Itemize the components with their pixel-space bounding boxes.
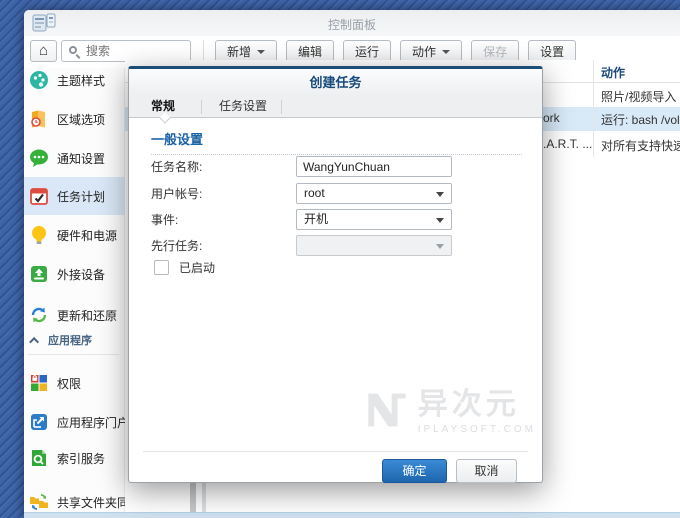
sidebar-divider bbox=[28, 354, 119, 355]
watermark-domain: IPLAYSOFT.COM bbox=[418, 424, 536, 435]
watermark-brand: 异次元 bbox=[418, 389, 536, 421]
enabled-checkbox[interactable] bbox=[154, 260, 169, 275]
home-button[interactable]: ⌂ bbox=[30, 40, 57, 62]
search-icon bbox=[69, 46, 77, 54]
palette-icon bbox=[29, 70, 49, 90]
task-name-input[interactable] bbox=[296, 156, 452, 177]
home-icon: ⌂ bbox=[39, 42, 48, 59]
event-label: 事件: bbox=[151, 210, 178, 230]
enabled-label: 已启动 bbox=[179, 260, 215, 276]
scrollbar-thumb[interactable] bbox=[190, 483, 196, 513]
chevron-down-icon bbox=[436, 218, 444, 227]
sidebar-item-region[interactable]: 区域选项 bbox=[24, 100, 128, 138]
sidebar-item-label: 硬件和电源 bbox=[57, 227, 117, 244]
chevron-up-icon bbox=[29, 336, 39, 346]
cell-action: 运行: bash /volu bbox=[601, 111, 680, 128]
sidebar-item-task-scheduler[interactable]: 任务计划 bbox=[24, 177, 128, 215]
sidebar-section-applications[interactable]: 应用程序 bbox=[24, 332, 128, 348]
chevron-down-icon bbox=[257, 50, 265, 58]
chevron-down-icon bbox=[436, 244, 444, 253]
permissions-icon bbox=[29, 373, 49, 393]
search-box[interactable] bbox=[61, 40, 191, 62]
sidebar-item-label: 任务计划 bbox=[57, 188, 105, 205]
sidebar-item-label: 权限 bbox=[57, 375, 81, 392]
sidebar-item-permissions[interactable]: 权限 bbox=[24, 364, 128, 402]
task-name-label: 任务名称: bbox=[151, 157, 202, 177]
hardware-power-icon bbox=[29, 225, 49, 245]
user-account-value: root bbox=[304, 186, 325, 200]
column-header-action[interactable]: 动作 bbox=[601, 64, 625, 81]
ok-button[interactable]: 确定 bbox=[382, 459, 447, 483]
sidebar-section-label: 应用程序 bbox=[48, 332, 92, 348]
tab-task-settings[interactable]: 任务设置 bbox=[205, 96, 281, 118]
task-scheduler-icon bbox=[29, 186, 49, 206]
cell-name: .A.R.T. ... bbox=[543, 137, 592, 151]
dialog-tab-bar: 常规 任务设置 bbox=[129, 96, 542, 118]
sidebar-item-label: 外接设备 bbox=[57, 266, 105, 283]
sidebar-item-hardware-power[interactable]: 硬件和电源 bbox=[24, 216, 128, 254]
dialog-title: 创建任务 bbox=[129, 69, 542, 96]
sidebar-item-label: 区域选项 bbox=[57, 111, 105, 128]
sidebar-item-update-restore[interactable]: 更新和还原 bbox=[24, 296, 128, 334]
cell-action: 对所有支持快速检 bbox=[601, 137, 680, 154]
footer-divider bbox=[143, 451, 528, 452]
notification-icon bbox=[29, 148, 49, 168]
create-task-dialog: 创建任务 常规 任务设置 一般设置 任务名称: 用户帐号: root 事件: 开… bbox=[128, 66, 543, 483]
sidebar-item-label: 主题样式 bbox=[57, 72, 105, 89]
event-value: 开机 bbox=[304, 212, 328, 226]
section-title: 一般设置 bbox=[151, 129, 522, 155]
region-options-icon bbox=[29, 109, 49, 129]
dialog-buttons: 确定 取消 bbox=[373, 459, 517, 483]
sidebar: 主题样式 区域选项 通知设置 任务计划 硬件和电源 外接设备 bbox=[24, 68, 125, 512]
sidebar-item-external-devices[interactable]: 外接设备 bbox=[24, 255, 128, 293]
toolbar-separator bbox=[203, 40, 204, 62]
watermark-logo-icon bbox=[366, 389, 408, 431]
window-titlebar[interactable]: 控制面板 bbox=[24, 10, 680, 36]
event-select[interactable]: 开机 bbox=[296, 209, 452, 230]
scrollbar-track[interactable] bbox=[202, 483, 206, 513]
sidebar-item-app-portal[interactable]: 应用程序门户 bbox=[24, 403, 128, 441]
control-panel-window: 控制面板 ⌂ 新增 编辑 运行 动作 保存 设置 主题样式 bbox=[24, 10, 680, 518]
external-device-icon bbox=[29, 264, 49, 284]
watermark: 异次元 IPLAYSOFT.COM bbox=[366, 389, 536, 435]
sidebar-item-label: 更新和还原 bbox=[57, 307, 117, 324]
pre-task-select-disabled bbox=[296, 235, 452, 256]
search-input[interactable] bbox=[86, 42, 186, 60]
sidebar-item-theme[interactable]: 主题样式 bbox=[24, 61, 128, 99]
window-title: 控制面板 bbox=[24, 16, 680, 33]
index-service-icon bbox=[29, 448, 49, 468]
sidebar-item-index-service[interactable]: 索引服务 bbox=[24, 439, 128, 477]
sidebar-item-label: 通知设置 bbox=[57, 150, 105, 167]
user-account-select[interactable]: root bbox=[296, 183, 452, 204]
tab-separator bbox=[281, 100, 282, 114]
sidebar-item-label: 索引服务 bbox=[57, 450, 105, 467]
pre-task-label: 先行任务: bbox=[151, 236, 202, 256]
tab-separator bbox=[201, 100, 202, 114]
cancel-button[interactable]: 取消 bbox=[456, 459, 517, 483]
column-divider bbox=[593, 60, 594, 157]
chevron-down-icon bbox=[436, 192, 444, 201]
desktop-background: 控制面板 ⌂ 新增 编辑 运行 动作 保存 设置 主题样式 bbox=[0, 0, 680, 518]
folder-sync-icon bbox=[29, 492, 49, 512]
update-restore-icon bbox=[29, 305, 49, 325]
window-bottom-border bbox=[24, 512, 680, 518]
sidebar-item-notification[interactable]: 通知设置 bbox=[24, 139, 128, 177]
app-portal-icon bbox=[29, 412, 49, 432]
cell-action: 照片/视频导入 bbox=[601, 88, 676, 105]
cell-name: ork bbox=[543, 111, 560, 125]
chevron-down-icon bbox=[442, 50, 450, 58]
sidebar-item-label: 应用程序门户 bbox=[57, 414, 129, 431]
user-account-label: 用户帐号: bbox=[151, 184, 202, 204]
